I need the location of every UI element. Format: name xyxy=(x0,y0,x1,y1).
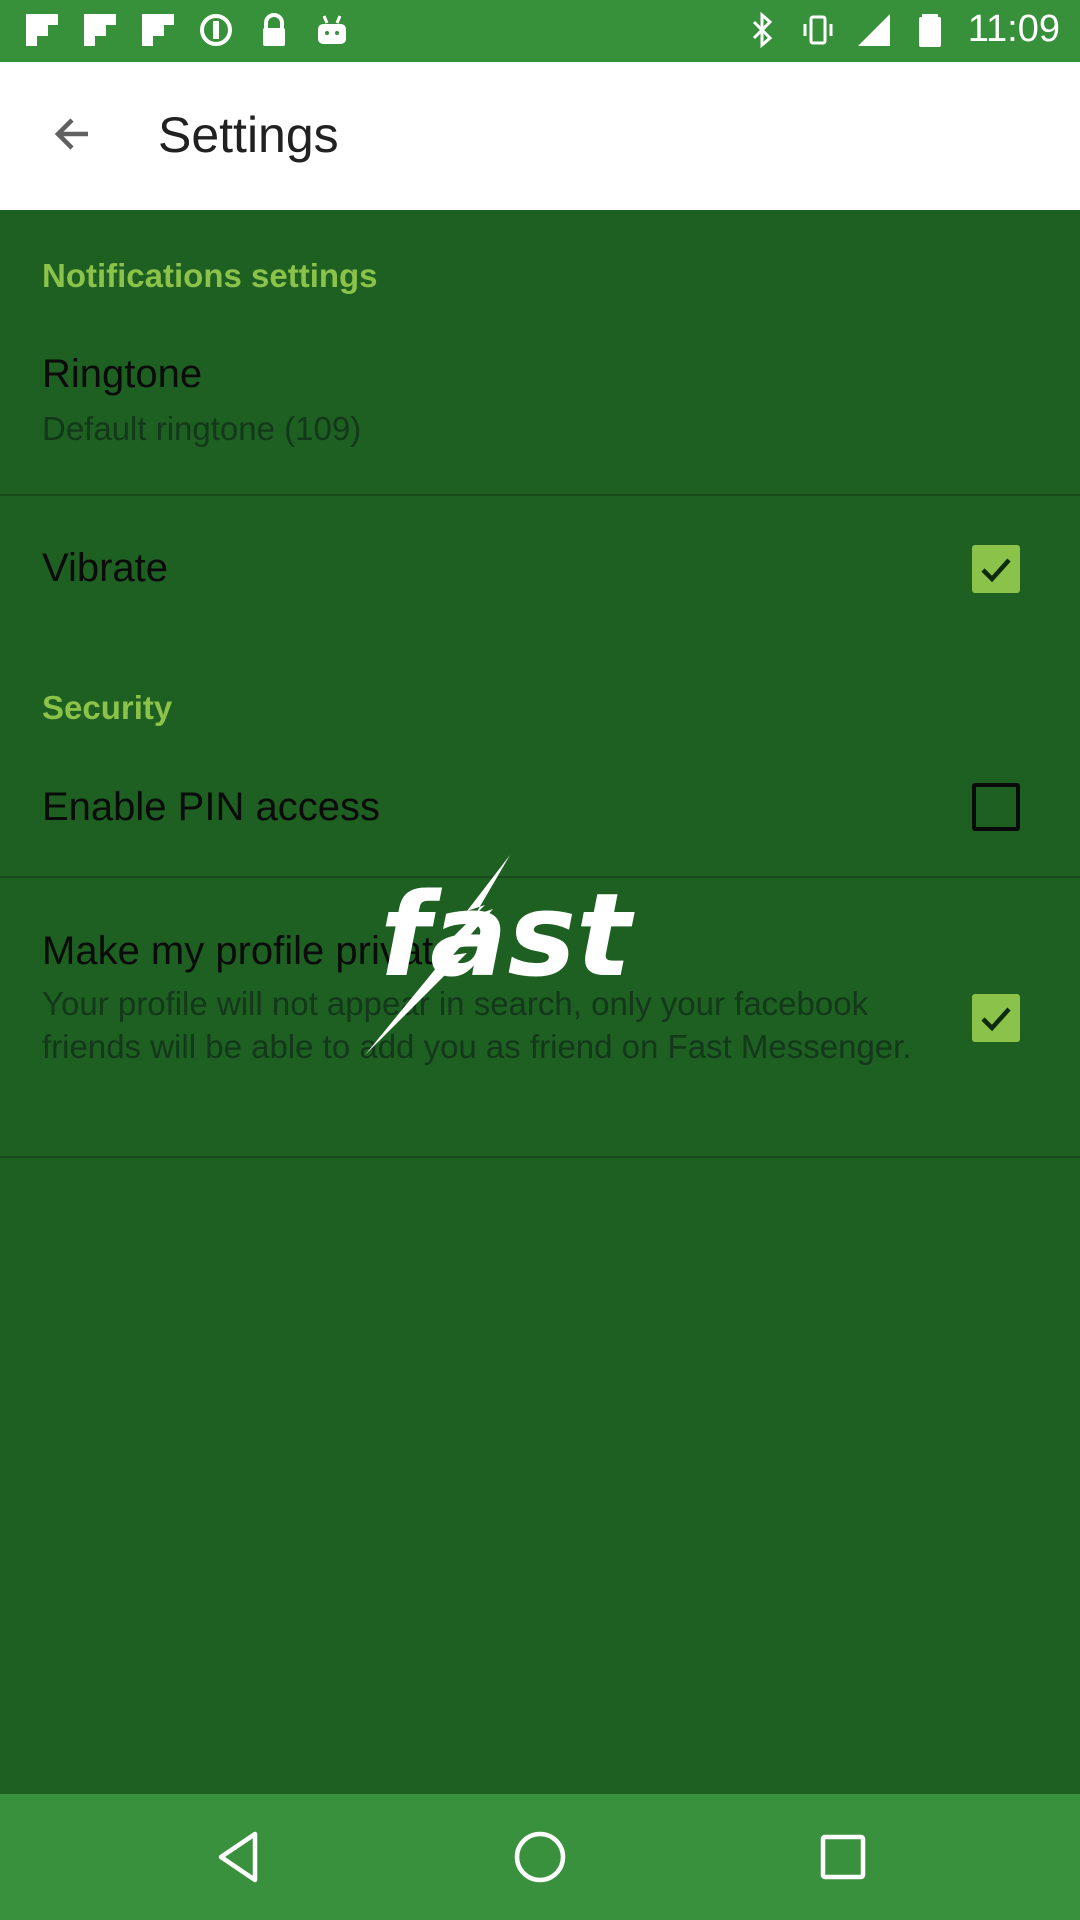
status-time: 11:09 xyxy=(967,8,1060,50)
ringtone-summary: Default ringtone (109) xyxy=(42,410,362,447)
lock-icon xyxy=(263,13,285,46)
divider xyxy=(0,494,1080,496)
navigation-bar xyxy=(0,1794,1080,1920)
private-profile-checkbox[interactable] xyxy=(972,994,1020,1042)
battery-icon xyxy=(918,13,941,47)
arrow-back-icon[interactable] xyxy=(38,98,110,170)
page-title: Settings xyxy=(158,107,339,163)
check-icon xyxy=(981,1007,1011,1032)
status-bar-notifications xyxy=(24,12,350,48)
status-bar: 11:09 xyxy=(0,0,1080,62)
bluetooth-icon xyxy=(752,11,772,48)
pin-checkbox[interactable] xyxy=(972,783,1020,831)
ringtone-title: Ringtone xyxy=(42,352,203,396)
vibrate-icon xyxy=(803,15,833,44)
status-bar-system: 11:09 xyxy=(744,8,1060,51)
section-header-security: Security xyxy=(42,689,173,726)
flipboard-icon xyxy=(84,14,116,46)
app-bar: Settings xyxy=(0,62,1080,210)
nav-back-icon[interactable] xyxy=(203,1822,273,1892)
section-header-notifications: Notifications settings xyxy=(42,257,378,294)
vibrate-checkbox[interactable] xyxy=(972,545,1020,593)
flipboard-icon xyxy=(26,14,58,46)
android-icon xyxy=(318,15,346,44)
sync-icon xyxy=(200,14,232,46)
nav-home-icon[interactable] xyxy=(505,1822,575,1892)
fast-logo-watermark: fast xyxy=(365,855,635,1055)
nav-recents-icon[interactable] xyxy=(808,1822,878,1892)
pin-title: Enable PIN access xyxy=(42,785,380,829)
divider xyxy=(0,1156,1080,1158)
signal-icon xyxy=(857,13,890,46)
check-icon xyxy=(981,558,1011,583)
vibrate-title: Vibrate xyxy=(42,546,169,590)
flipboard-icon xyxy=(142,14,174,46)
watermark-text: fast xyxy=(380,869,635,1003)
